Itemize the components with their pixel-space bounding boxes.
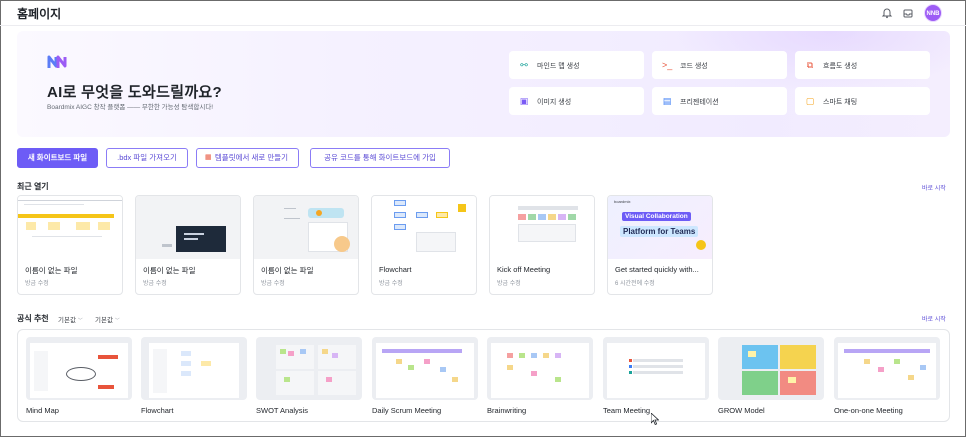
template-thumbnail[interactable]: [487, 337, 593, 400]
ai-action-label: 코드 생성: [680, 63, 708, 70]
ai-action-label: 이미지 생성: [537, 99, 572, 106]
page-title: 홈페이지: [17, 7, 62, 21]
ai-action-chat[interactable]: ▢ 스마트 채팅: [795, 87, 930, 115]
file-meta: 방금 수정: [261, 281, 285, 287]
file-thumbnail: [372, 196, 476, 259]
template-thumbnail[interactable]: [372, 337, 478, 400]
from-template-label: 템플릿에서 새로 만들기: [214, 153, 289, 162]
ai-action-label: 프리젠테이션: [680, 99, 719, 106]
file-name: Flowchart: [379, 265, 412, 274]
file-thumbnail: [136, 196, 240, 259]
template-thumbnail[interactable]: [26, 337, 132, 400]
file-meta: 방금 수정: [25, 281, 49, 287]
hero-subtitle: Boardmix AIGC 창작 플랫폼 —— 무한한 가능성 탐색합시다!: [47, 104, 214, 111]
file-thumbnail: [254, 196, 358, 259]
top-bar: 홈페이지 NNB: [0, 0, 966, 26]
import-bdx-button[interactable]: .bdx 파일 가져오기: [106, 148, 188, 168]
file-name: 이름이 없는 파일: [261, 266, 314, 275]
template-name: One-on-one Meeting: [834, 406, 903, 415]
ai-action-presentation[interactable]: ▤ 프리젠테이션: [652, 87, 787, 115]
code-icon: >_: [662, 60, 673, 70]
file-name: 이름이 없는 파일: [143, 266, 196, 275]
sort-filter-1-label: 기본값: [58, 317, 76, 324]
template-thumbnail[interactable]: [256, 337, 362, 400]
template-name: Daily Scrum Meeting: [372, 406, 442, 415]
ai-action-flowchart[interactable]: ⧉ 흐름도 생성: [795, 51, 930, 79]
promo-brand: boardmix: [614, 199, 631, 204]
template-name: Team Meeting: [603, 406, 651, 415]
template-thumbnail[interactable]: [603, 337, 709, 400]
flowchart-icon: ⧉: [806, 60, 814, 70]
ai-action-label: 흐름도 생성: [823, 63, 858, 70]
recent-file-card[interactable]: 이름이 없는 파일 방금 수정: [253, 195, 359, 295]
chat-icon: ▢: [805, 96, 815, 106]
from-template-button[interactable]: ▦ 템플릿에서 새로 만들기: [196, 148, 299, 168]
file-meta: 방금 수정: [143, 281, 167, 287]
template-name: Flowchart: [141, 406, 174, 415]
join-by-code-button[interactable]: 공유 코드를 통해 화이트보드에 가입: [310, 148, 450, 168]
image-icon: ▣: [519, 96, 529, 106]
ai-hero-panel: AI로 무엇을 도와드릴까요? Boardmix AIGC 창작 플랫폼 —— …: [17, 31, 950, 137]
promo-text-2: Platform for Teams: [620, 226, 699, 237]
file-thumbnail: [18, 196, 122, 259]
bell-icon[interactable]: [881, 7, 893, 19]
inbox-icon[interactable]: [902, 7, 914, 19]
recent-file-card[interactable]: Kick off Meeting 방금 수정: [489, 195, 595, 295]
template-thumbnail[interactable]: [141, 337, 247, 400]
file-thumbnail: [490, 196, 594, 259]
mindmap-icon: ⚯: [520, 60, 528, 70]
file-name: 이름이 없는 파일: [25, 266, 78, 275]
file-meta: 방금 수정: [379, 281, 403, 287]
template-name: Mind Map: [26, 406, 59, 415]
ai-action-label: 마인드 맵 생성: [537, 63, 580, 70]
template-name: Brainwriting: [487, 406, 527, 415]
file-thumbnail: boardmix Visual Collaboration Platform f…: [608, 196, 712, 259]
template-thumbnail[interactable]: [834, 337, 940, 400]
file-meta: 6 시간전에 수정: [615, 281, 655, 287]
sort-filter-2[interactable]: 기본값 ﹀: [95, 314, 120, 324]
avatar[interactable]: NNB: [924, 4, 942, 22]
template-name: GROW Model: [718, 406, 765, 415]
recent-file-card[interactable]: 이름이 없는 파일 방금 수정: [135, 195, 241, 295]
template-icon: ▦: [205, 154, 212, 161]
recent-section-title: 최근 열기: [17, 182, 49, 191]
hero-title: AI로 무엇을 도와드릴까요?: [47, 84, 222, 101]
template-name: SWOT Analysis: [256, 406, 308, 415]
mouse-cursor-icon: [650, 412, 660, 426]
sort-filter-2-label: 기본값: [95, 317, 113, 324]
recent-file-card[interactable]: boardmix Visual Collaboration Platform f…: [607, 195, 713, 295]
chevron-down-icon: ﹀: [114, 318, 120, 324]
sort-filter-1[interactable]: 기본값 ﹀: [58, 314, 83, 324]
promo-text-1: Visual Collaboration: [622, 212, 691, 221]
recommended-section-title: 공식 추천: [17, 314, 49, 323]
chevron-down-icon: ﹀: [77, 318, 83, 324]
ai-action-label: 스마트 채팅: [823, 99, 858, 106]
recommended-see-all-link[interactable]: 바로 시작: [922, 314, 946, 323]
file-name: Kick off Meeting: [497, 265, 551, 274]
file-name: Get started quickly with...: [615, 265, 699, 274]
ai-action-image[interactable]: ▣ 이미지 생성: [509, 87, 644, 115]
recent-file-card[interactable]: 이름이 없는 파일 방금 수정: [17, 195, 123, 295]
ai-action-mindmap[interactable]: ⚯ 마인드 맵 생성: [509, 51, 644, 79]
file-meta: 방금 수정: [497, 281, 521, 287]
template-thumbnail[interactable]: [718, 337, 824, 400]
recent-see-all-link[interactable]: 바로 시작: [922, 183, 946, 192]
ai-action-code[interactable]: >_ 코드 생성: [652, 51, 787, 79]
presentation-icon: ▤: [662, 96, 672, 106]
new-whiteboard-button[interactable]: 새 화이트보드 파일: [17, 148, 98, 168]
recent-file-card[interactable]: Flowchart 방금 수정: [371, 195, 477, 295]
boardmix-logo-icon: [47, 54, 67, 70]
